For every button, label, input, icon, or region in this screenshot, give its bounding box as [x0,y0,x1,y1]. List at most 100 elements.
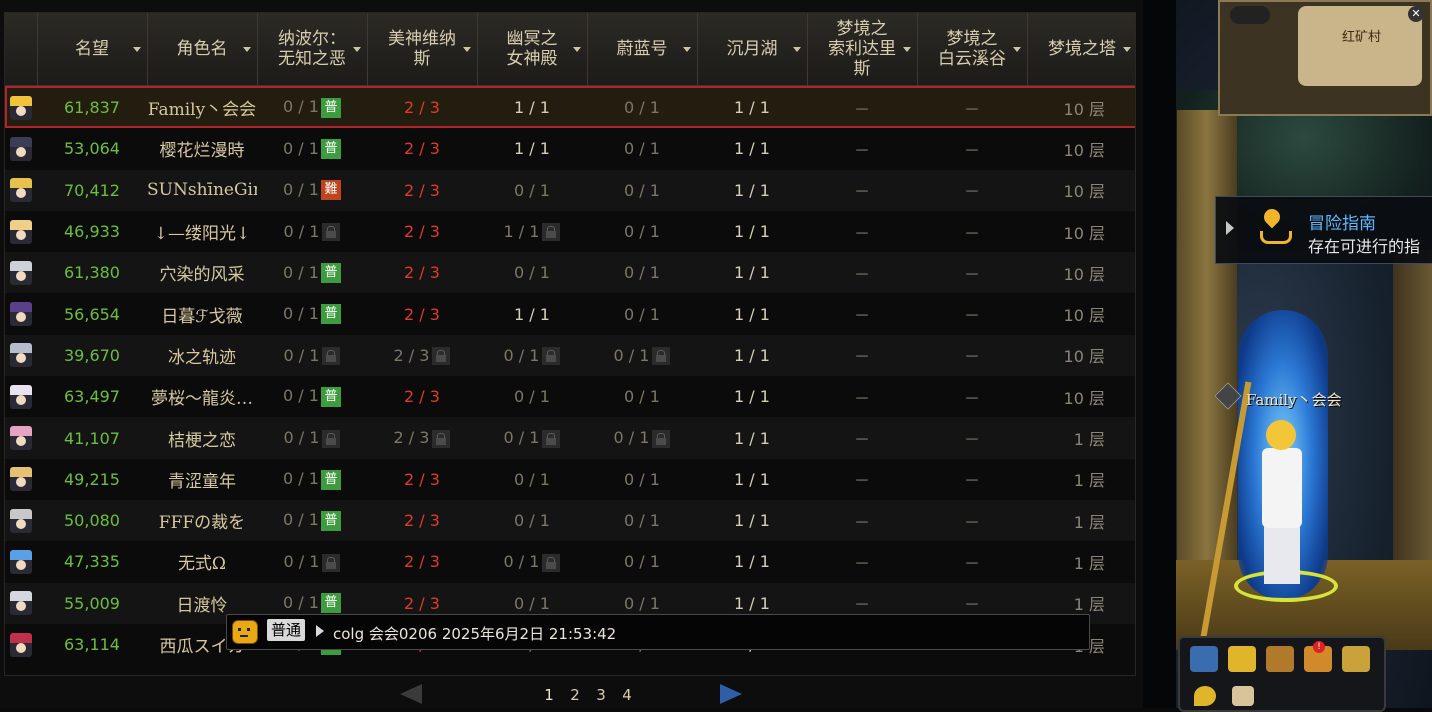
route-pin-icon [1260,205,1296,249]
sort-dropdown-icon[interactable] [1012,47,1021,52]
fame-value-text: 55,009 [64,593,120,613]
grid-menu-icon[interactable] [1232,686,1254,706]
table-row[interactable]: 56,654 日暮ℱ戈薇 0 / 1普2 / 31 / 10 / 11 / 1 －－ 1… [5,293,1135,335]
difficulty-badge: 普 [320,510,341,531]
character-name-text: 日渡怜 [176,595,228,616]
dungeon-napol: 0 / 1普 [257,293,367,335]
dungeon-ghost-temple: 0 / 1 [477,499,587,542]
crown-icon[interactable] [1228,646,1256,672]
sort-dropdown-icon[interactable] [132,47,141,52]
character-avatar-icon [10,591,32,616]
dungeon-dream-tower: 10 层 [1027,376,1135,418]
column-header-d7[interactable]: 梦境之 白云溪谷 [917,13,1028,87]
minimap-close-icon[interactable]: ✕ [1408,6,1424,22]
avatar-cell [5,86,37,129]
page-number[interactable]: 3 [588,686,614,704]
column-header-fame[interactable]: 名望 [37,13,148,87]
sort-dropdown-icon[interactable] [242,47,251,52]
table-row[interactable]: 63,497 夢桜～龍炎… 0 / 1普2 / 30 / 10 / 11 / 1 －－… [5,376,1135,418]
map-flag-icon[interactable] [1190,646,1218,672]
sort-dropdown-icon[interactable] [352,47,361,52]
character-avatar-icon [10,549,32,574]
character-name-text: 冰之轨迹 [168,347,236,368]
fame-value-text: 46,933 [64,222,120,242]
column-header-d3[interactable]: 幽冥之 女神殿 [477,13,588,87]
dungeon-dream-solidaris-text: － [853,347,870,367]
table-container[interactable]: 名望 角色名 纳波尔： 无知之恶 美神维纳 斯 幽冥之 女神殿 蔚蓝号 沉月湖 梦境之 索利达… [4,12,1136,676]
table-row[interactable]: 50,080 FFFの裁を 0 / 1普2 / 30 / 10 / 11 / 1 －－… [5,499,1135,542]
dungeon-venus-text: 2 / 3 [393,428,430,448]
dungeon-moon-lake: 1 / 1 [697,499,807,542]
player-character[interactable] [1234,420,1338,602]
guide-title[interactable]: 冒险指南 [1308,209,1376,234]
table-row[interactable]: 61,380 穴染的风采 0 / 1普2 / 30 / 10 / 11 / 1 －－ 1… [5,252,1135,294]
page-number[interactable]: 2 [562,686,588,704]
minimap-buff-icons[interactable] [1230,6,1270,24]
dungeon-azure: 0 / 1 [587,169,697,211]
minimap[interactable]: 红矿村 ✕ [1218,0,1432,116]
dungeon-dream-cloud-valley: － [917,293,1027,335]
table-row[interactable]: 49,215 青涩童年 0 / 1普2 / 30 / 10 / 11 / 1 －－ 1 … [5,458,1135,500]
fame-value-text: 41,107 [64,428,120,448]
column-header-d8[interactable]: 梦境之塔 [1027,13,1135,87]
fame-value: 55,009 [37,582,147,624]
dungeon-napol-text: 0 / 1 [283,592,319,612]
table-row[interactable]: 53,064 樱花烂漫時 0 / 1普2 / 31 / 10 / 11 / 1 －－ 1… [5,128,1135,170]
prev-page-arrow-icon[interactable] [400,684,422,704]
sort-dropdown-icon[interactable] [572,47,581,52]
character-avatar-icon [10,384,32,409]
dungeon-ghost-temple: 1 / 1 [477,86,587,129]
notification-badge: ! [1313,641,1325,653]
column-header-d2[interactable]: 美神维纳 斯 [367,13,478,87]
sort-dropdown-icon[interactable] [1122,47,1131,52]
table-row[interactable]: 47,335 无式Ω 0 / 1 2 / 3 0 / 1 0 / 1 1 / 1 － － 1 层 [5,541,1135,583]
column-header-d5[interactable]: 沉月湖 [697,13,808,87]
table-row[interactable]: 46,933 ↓—缕阳光↓ 0 / 1 2 / 3 1 / 1 0 / 1 1 / 1 － － 1… [5,210,1135,253]
dungeon-venus: 2 / 3 [367,458,477,500]
location-pin-icon[interactable] [1194,686,1216,706]
expand-arrow-icon[interactable] [1226,221,1234,235]
adventure-guide-popup[interactable]: 冒险指南 存在可进行的指 [1215,196,1432,264]
dungeon-azure: 0 / 1 [587,417,697,459]
fame-value: 50,080 [37,499,147,542]
column-header-d4[interactable]: 蔚蓝号 [587,13,698,87]
sort-dropdown-icon[interactable] [682,47,691,52]
column-header-d6[interactable]: 梦境之 索利达里 斯 [807,13,918,87]
next-page-arrow-icon[interactable] [720,684,742,704]
table-row[interactable]: 39,670 冰之轨迹 0 / 1 2 / 3 0 / 1 0 / 1 1 / 1 － － 10 … [5,334,1135,377]
character-name: 无式Ω [147,541,257,583]
sort-dropdown-icon[interactable] [462,47,471,52]
dungeon-dream-tower-text: 10 层 [1063,140,1105,160]
dungeon-napol: 0 / 1普 [257,86,367,129]
dungeon-dream-solidaris: － [807,252,917,294]
chat-emoji-icon[interactable] [232,620,258,644]
column-header-d1[interactable]: 纳波尔： 无知之恶 [257,13,368,87]
scene-edge [1143,0,1176,708]
dungeon-dream-solidaris: － [807,458,917,500]
guild-crown-icon[interactable] [1266,646,1294,672]
column-header-name[interactable]: 角色名 [147,13,258,87]
lock-icon [322,223,341,242]
sort-dropdown-icon[interactable] [792,47,801,52]
table-row[interactable]: 41,107 桔梗之恋 0 / 1 2 / 3 0 / 1 0 / 1 1 / 1 － － 1 层 [5,417,1135,459]
dungeon-dream-cloud-valley-text: － [963,140,980,160]
dungeon-moon-lake-text: 1 / 1 [734,139,770,159]
difficulty-badge: 普 [320,304,341,325]
dungeon-ghost-temple-text: 0 / 1 [503,345,540,365]
dungeon-dream-solidaris: － [807,376,917,418]
treasure-chest-icon[interactable] [1342,646,1370,672]
page-number[interactable]: 4 [614,686,640,704]
character-avatar-icon [10,508,32,533]
character-avatar-icon [10,426,32,451]
table-row[interactable]: 61,837 Family丶会会 0 / 1普2 / 31 / 10 / 11 / … [5,86,1135,129]
sort-dropdown-icon[interactable] [902,47,911,52]
page-number[interactable]: 1 [536,686,562,704]
dungeon-dream-solidaris: － [807,417,917,459]
dungeon-moon-lake: 1 / 1 [697,252,807,294]
table-row[interactable]: 70,412 SUNshīneGir 0 / 1難2 / 30 / 10 / 11 … [5,169,1135,211]
dungeon-dream-solidaris: － [807,210,917,253]
chat-message-text: colg 会会0206 2025年6月2日 21:53:42 [333,625,617,643]
chat-channel-tag[interactable]: 普通 [267,619,306,641]
dungeon-moon-lake: 1 / 1 [697,210,807,253]
dungeon-azure-text: 0 / 1 [624,511,660,531]
